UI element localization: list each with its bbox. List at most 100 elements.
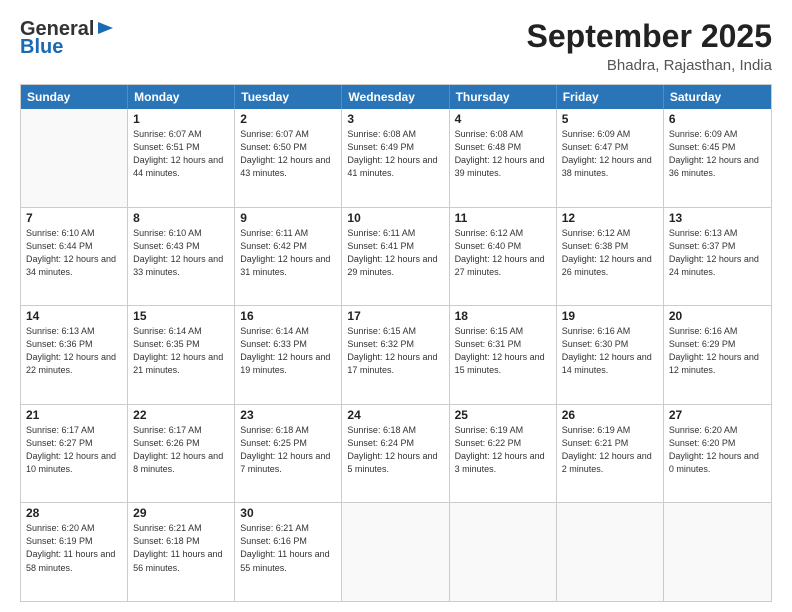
cell-info: Sunrise: 6:17 AMSunset: 6:27 PMDaylight:… [26, 424, 122, 476]
cell-info: Sunrise: 6:10 AMSunset: 6:43 PMDaylight:… [133, 227, 229, 279]
calendar-header: SundayMondayTuesdayWednesdayThursdayFrid… [21, 85, 771, 109]
calendar-cell-6: 6Sunrise: 6:09 AMSunset: 6:45 PMDaylight… [664, 109, 771, 207]
calendar-cell-17: 17 Sunrise: 6:15 AMSunset: 6:32 PMDayligh… [342, 306, 449, 404]
cell-day-number: 15 [133, 309, 229, 323]
logo: General Blue [20, 18, 115, 58]
calendar-row-1: 7 Sunrise: 6:10 AMSunset: 6:44 PMDaylight… [21, 207, 771, 306]
cell-info: Sunrise: 6:15 AMSunset: 6:32 PMDaylight:… [347, 325, 443, 377]
cell-day-number: 22 [133, 408, 229, 422]
title-block: September 2025 Bhadra, Rajasthan, India [527, 18, 772, 74]
calendar-cell-1: 1 Sunrise: 6:07 AMSunset: 6:51 PMDaylight… [128, 109, 235, 207]
cell-day-number: 21 [26, 408, 122, 422]
cell-info: Sunrise: 6:07 AMSunset: 6:50 PMDaylight:… [240, 128, 336, 180]
cell-day-number: 23 [240, 408, 336, 422]
cell-day-number: 5 [562, 112, 658, 126]
calendar-cell-30: 30 Sunrise: 6:21 AMSunset: 6:16 PMDayligh… [235, 503, 342, 601]
calendar-cell-empty-4-4 [450, 503, 557, 601]
calendar-cell-18: 18Sunrise: 6:15 AMSunset: 6:31 PMDayligh… [450, 306, 557, 404]
cell-info: Sunrise: 6:11 AMSunset: 6:42 PMDaylight:… [240, 227, 336, 279]
header-day-thursday: Thursday [450, 85, 557, 109]
cell-info: Sunrise: 6:16 AMSunset: 6:30 PMDaylight:… [562, 325, 658, 377]
calendar-cell-4: 4 Sunrise: 6:08 AMSunset: 6:48 PMDaylight… [450, 109, 557, 207]
cell-day-number: 4 [455, 112, 551, 126]
cell-day-number: 27 [669, 408, 766, 422]
cell-day-number: 17 [347, 309, 443, 323]
cell-info: Sunrise: 6:21 AMSunset: 6:18 PMDaylight:… [133, 522, 229, 574]
calendar-cell-10: 10 Sunrise: 6:11 AMSunset: 6:41 PMDayligh… [342, 208, 449, 306]
cell-info: Sunrise: 6:19 AMSunset: 6:21 PMDaylight:… [562, 424, 658, 476]
logo-blue: Blue [20, 36, 115, 58]
calendar-cell-27: 27 Sunrise: 6:20 AMSunset: 6:20 PMDayligh… [664, 405, 771, 503]
calendar-cell-28: 28 Sunrise: 6:20 AMSunset: 6:19 PMDayligh… [21, 503, 128, 601]
calendar-cell-7: 7 Sunrise: 6:10 AMSunset: 6:44 PMDaylight… [21, 208, 128, 306]
cell-day-number: 24 [347, 408, 443, 422]
calendar-cell-25: 25Sunrise: 6:19 AMSunset: 6:22 PMDayligh… [450, 405, 557, 503]
cell-info: Sunrise: 6:12 AMSunset: 6:40 PMDaylight:… [455, 227, 551, 279]
page: General Blue September 2025 Bhadra, Raja… [0, 0, 792, 612]
cell-day-number: 30 [240, 506, 336, 520]
cell-day-number: 14 [26, 309, 122, 323]
cell-day-number: 25 [455, 408, 551, 422]
cell-info: Sunrise: 6:08 AMSunset: 6:48 PMDaylight:… [455, 128, 551, 180]
cell-day-number: 1 [133, 112, 229, 126]
calendar-cell-16: 16Sunrise: 6:14 AMSunset: 6:33 PMDayligh… [235, 306, 342, 404]
calendar-row-2: 14 Sunrise: 6:13 AMSunset: 6:36 PMDayligh… [21, 305, 771, 404]
cell-day-number: 28 [26, 506, 122, 520]
cell-day-number: 20 [669, 309, 766, 323]
cell-info: Sunrise: 6:12 AMSunset: 6:38 PMDaylight:… [562, 227, 658, 279]
title-month: September 2025 [527, 18, 772, 55]
cell-info: Sunrise: 6:17 AMSunset: 6:26 PMDaylight:… [133, 424, 229, 476]
cell-info: Sunrise: 6:18 AMSunset: 6:25 PMDaylight:… [240, 424, 336, 476]
cell-info: Sunrise: 6:09 AMSunset: 6:47 PMDaylight:… [562, 128, 658, 180]
calendar-cell-11: 11 Sunrise: 6:12 AMSunset: 6:40 PMDayligh… [450, 208, 557, 306]
calendar-cell-9: 9 Sunrise: 6:11 AMSunset: 6:42 PMDaylight… [235, 208, 342, 306]
cell-day-number: 3 [347, 112, 443, 126]
header-day-monday: Monday [128, 85, 235, 109]
header-day-tuesday: Tuesday [235, 85, 342, 109]
calendar-cell-19: 19 Sunrise: 6:16 AMSunset: 6:30 PMDayligh… [557, 306, 664, 404]
calendar-cell-empty-4-6 [664, 503, 771, 601]
cell-info: Sunrise: 6:20 AMSunset: 6:20 PMDaylight:… [669, 424, 766, 476]
cell-day-number: 10 [347, 211, 443, 225]
cell-info: Sunrise: 6:07 AMSunset: 6:51 PMDaylight:… [133, 128, 229, 180]
header-day-wednesday: Wednesday [342, 85, 449, 109]
calendar-cell-empty-0-0 [21, 109, 128, 207]
header-day-sunday: Sunday [21, 85, 128, 109]
cell-info: Sunrise: 6:13 AMSunset: 6:37 PMDaylight:… [669, 227, 766, 279]
header: General Blue September 2025 Bhadra, Raja… [20, 18, 772, 74]
calendar: SundayMondayTuesdayWednesdayThursdayFrid… [20, 84, 772, 602]
cell-day-number: 29 [133, 506, 229, 520]
cell-info: Sunrise: 6:13 AMSunset: 6:36 PMDaylight:… [26, 325, 122, 377]
calendar-cell-2: 2Sunrise: 6:07 AMSunset: 6:50 PMDaylight… [235, 109, 342, 207]
calendar-cell-12: 12 Sunrise: 6:12 AMSunset: 6:38 PMDayligh… [557, 208, 664, 306]
calendar-cell-20: 20 Sunrise: 6:16 AMSunset: 6:29 PMDayligh… [664, 306, 771, 404]
calendar-cell-23: 23 Sunrise: 6:18 AMSunset: 6:25 PMDayligh… [235, 405, 342, 503]
cell-info: Sunrise: 6:14 AMSunset: 6:35 PMDaylight:… [133, 325, 229, 377]
calendar-cell-15: 15 Sunrise: 6:14 AMSunset: 6:35 PMDayligh… [128, 306, 235, 404]
cell-day-number: 9 [240, 211, 336, 225]
calendar-cell-5: 5 Sunrise: 6:09 AMSunset: 6:47 PMDaylight… [557, 109, 664, 207]
cell-info: Sunrise: 6:16 AMSunset: 6:29 PMDaylight:… [669, 325, 766, 377]
cell-info: Sunrise: 6:21 AMSunset: 6:16 PMDaylight:… [240, 522, 336, 574]
calendar-cell-empty-4-3 [342, 503, 449, 601]
cell-info: Sunrise: 6:11 AMSunset: 6:41 PMDaylight:… [347, 227, 443, 279]
cell-info: Sunrise: 6:20 AMSunset: 6:19 PMDaylight:… [26, 522, 122, 574]
calendar-row-0: 1 Sunrise: 6:07 AMSunset: 6:51 PMDaylight… [21, 109, 771, 207]
calendar-row-4: 28 Sunrise: 6:20 AMSunset: 6:19 PMDayligh… [21, 502, 771, 601]
cell-info: Sunrise: 6:08 AMSunset: 6:49 PMDaylight:… [347, 128, 443, 180]
cell-day-number: 16 [240, 309, 336, 323]
calendar-cell-24: 24Sunrise: 6:18 AMSunset: 6:24 PMDayligh… [342, 405, 449, 503]
cell-day-number: 11 [455, 211, 551, 225]
cell-info: Sunrise: 6:09 AMSunset: 6:45 PMDaylight:… [669, 128, 766, 180]
cell-info: Sunrise: 6:10 AMSunset: 6:44 PMDaylight:… [26, 227, 122, 279]
calendar-cell-22: 22 Sunrise: 6:17 AMSunset: 6:26 PMDayligh… [128, 405, 235, 503]
title-location: Bhadra, Rajasthan, India [527, 57, 772, 74]
calendar-cell-26: 26 Sunrise: 6:19 AMSunset: 6:21 PMDayligh… [557, 405, 664, 503]
cell-day-number: 19 [562, 309, 658, 323]
cell-day-number: 7 [26, 211, 122, 225]
cell-day-number: 26 [562, 408, 658, 422]
header-day-friday: Friday [557, 85, 664, 109]
cell-day-number: 12 [562, 211, 658, 225]
calendar-cell-14: 14 Sunrise: 6:13 AMSunset: 6:36 PMDayligh… [21, 306, 128, 404]
calendar-cell-8: 8Sunrise: 6:10 AMSunset: 6:43 PMDaylight… [128, 208, 235, 306]
